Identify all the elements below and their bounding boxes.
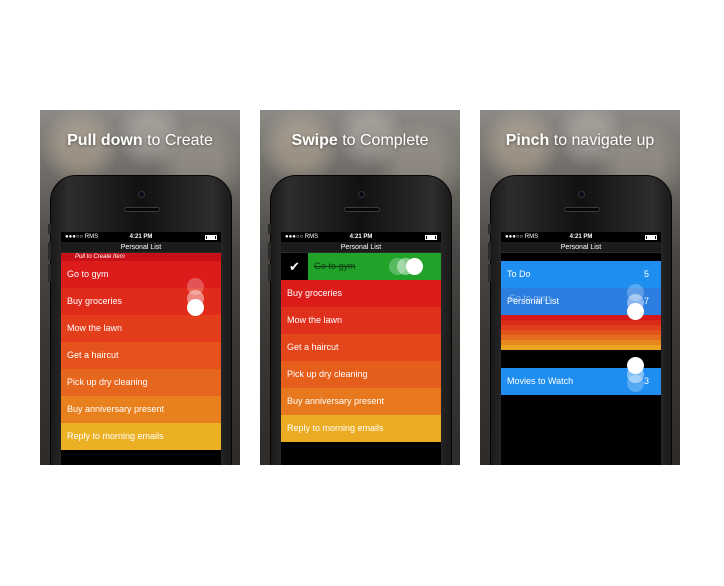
side-button	[268, 264, 271, 282]
list-item-label: Get a haircut	[287, 342, 339, 352]
panel-pull-to-create: Pull down to Create ●●●○○ RMS 4:21 PM Pe…	[40, 110, 240, 465]
checkmark-icon: ✔	[281, 253, 308, 280]
side-button	[488, 224, 491, 234]
phone-frame: ●●●○○ RMS 4:21 PM Personal List To Do 5 …	[488, 175, 672, 465]
phone-screen: ●●●○○ RMS 4:21 PM Personal List Pull to …	[61, 232, 221, 465]
list-item-label: Buy anniversary present	[67, 404, 165, 414]
list-label: Movies to Watch	[507, 376, 574, 386]
collapsed-items	[501, 315, 661, 350]
touch-indicator	[406, 258, 423, 275]
status-time: 4:21 PM	[349, 234, 373, 240]
list-item[interactable]: Reply to morning emails	[61, 423, 221, 450]
battery-icon	[425, 234, 437, 240]
list-item-label: Reply to morning emails	[287, 423, 384, 433]
list-item-label: Pick up dry cleaning	[287, 369, 368, 379]
panel-swipe-to-complete: Swipe to Complete ●●●○○ RMS 4:21 PM Pers…	[260, 110, 460, 465]
side-button	[488, 242, 491, 260]
status-time: 4:21 PM	[129, 234, 153, 240]
side-button	[268, 224, 271, 234]
status-time: 4:21 PM	[569, 234, 593, 240]
headline: Pinch to navigate up	[505, 132, 655, 149]
camera-icon	[578, 191, 585, 198]
side-button	[488, 264, 491, 282]
touch-indicator	[627, 303, 644, 320]
list-count: 7	[643, 296, 649, 306]
side-button	[48, 264, 51, 282]
speaker-grille	[564, 207, 600, 212]
panel-pinch-to-navigate: Pinch to navigate up ●●●○○ RMS 4:21 PM P…	[480, 110, 680, 465]
list-item-label: Go to gym	[67, 269, 109, 279]
speaker-grille	[344, 207, 380, 212]
list-item[interactable]: Get a haircut	[281, 334, 441, 361]
touch-indicator	[627, 375, 644, 392]
side-button	[268, 242, 271, 260]
list-item[interactable]: Pick up dry cleaning	[61, 369, 221, 396]
side-button	[48, 242, 51, 260]
list-item[interactable]: Buy groceries	[281, 280, 441, 307]
list-item[interactable]: Buy anniversary present	[281, 388, 441, 415]
headline: Swipe to Complete	[291, 132, 429, 149]
battery-icon	[205, 234, 217, 240]
completed-item-row[interactable]: ✔ Go to gym	[281, 253, 441, 280]
pull-to-create-hint: Pull to Create Item	[61, 253, 221, 261]
battery-icon	[645, 234, 657, 240]
list-item[interactable]: Mow the lawn	[61, 315, 221, 342]
speaker-grille	[124, 207, 160, 212]
list-title: Personal List	[501, 242, 661, 253]
list-item-label: Mow the lawn	[67, 323, 123, 333]
list-item[interactable]: Mow the lawn	[281, 307, 441, 334]
phone-screen: ●●●○○ RMS 4:21 PM Personal List ✔ Go to …	[281, 232, 441, 465]
list-item-label: Reply to morning emails	[67, 431, 164, 441]
camera-icon	[358, 191, 365, 198]
list-item-label: Buy groceries	[67, 296, 123, 306]
list-item-label: Buy anniversary present	[287, 396, 385, 406]
side-button	[48, 224, 51, 234]
list-title: Personal List	[281, 242, 441, 253]
list-count: 3	[643, 376, 649, 386]
list-title: Personal List	[61, 242, 221, 253]
status-bar: ●●●○○ RMS 4:21 PM	[281, 232, 441, 242]
list-label: To Do	[507, 269, 531, 279]
touch-indicator	[187, 299, 204, 316]
phone-frame: ●●●○○ RMS 4:21 PM Personal List ✔ Go to …	[268, 175, 452, 465]
list-item-label: Mow the lawn	[287, 315, 343, 325]
phone-screen: ●●●○○ RMS 4:21 PM Personal List To Do 5 …	[501, 232, 661, 465]
list-item-label: Get a haircut	[67, 350, 119, 360]
camera-icon	[138, 191, 145, 198]
list-count: 5	[643, 269, 649, 279]
phone-frame: ●●●○○ RMS 4:21 PM Personal List Pull to …	[48, 175, 232, 465]
status-bar: ●●●○○ RMS 4:21 PM	[61, 232, 221, 242]
list-item-label: Buy groceries	[287, 288, 343, 298]
status-bar: ●●●○○ RMS 4:21 PM	[501, 232, 661, 242]
ghost-item-label: Go to gym	[509, 293, 551, 303]
headline: Pull down to Create	[67, 132, 213, 149]
list-item[interactable]: Reply to morning emails	[281, 415, 441, 442]
list-item-label: Pick up dry cleaning	[67, 377, 148, 387]
list-item[interactable]: Pick up dry cleaning	[281, 361, 441, 388]
list-item[interactable]: Buy anniversary present	[61, 396, 221, 423]
list-item[interactable]: Get a haircut	[61, 342, 221, 369]
